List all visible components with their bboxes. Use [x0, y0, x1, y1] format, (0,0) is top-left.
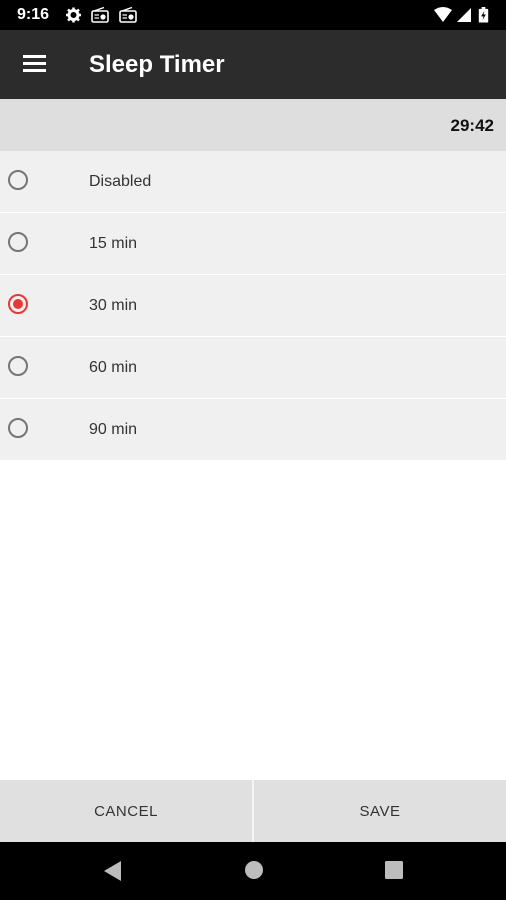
system-nav-bar	[0, 842, 506, 900]
signal-icon	[457, 8, 471, 22]
option-15-min[interactable]: 15 min	[0, 213, 506, 275]
wifi-icon	[434, 7, 452, 22]
timer-remaining: 29:42	[450, 116, 494, 135]
radio-button[interactable]	[8, 170, 28, 190]
radio-icon	[119, 7, 137, 23]
recents-square-icon[interactable]	[384, 860, 404, 880]
cancel-button[interactable]: CANCEL	[0, 780, 252, 842]
option-disabled[interactable]: Disabled	[0, 151, 506, 213]
radio-button-selected[interactable]	[8, 294, 28, 314]
page-title: Sleep Timer	[89, 51, 225, 78]
status-bar: 9:16	[0, 0, 506, 30]
gear-icon	[66, 7, 81, 23]
option-30-min[interactable]: 30 min	[0, 275, 506, 337]
option-90-min[interactable]: 90 min	[0, 399, 506, 461]
timer-options-list: Disabled 15 min 30 min 60 min 90 min	[0, 151, 506, 461]
action-buttons: CANCEL SAVE	[0, 780, 506, 842]
back-triangle-icon[interactable]	[103, 860, 123, 882]
option-label: 30 min	[89, 297, 138, 314]
option-label: 15 min	[89, 235, 138, 252]
app-bar: Sleep Timer	[0, 30, 506, 99]
option-label: 60 min	[89, 359, 138, 376]
timer-remaining-bar: 29:42	[0, 99, 506, 151]
save-button[interactable]: SAVE	[254, 780, 506, 842]
option-label: 90 min	[89, 421, 138, 438]
battery-icon	[478, 7, 489, 23]
home-circle-icon[interactable]	[244, 860, 264, 880]
radio-button[interactable]	[8, 356, 28, 376]
radio-button[interactable]	[8, 232, 28, 252]
radio-icon	[91, 7, 109, 23]
radio-button[interactable]	[8, 418, 28, 438]
option-60-min[interactable]: 60 min	[0, 337, 506, 399]
option-label: Disabled	[89, 173, 152, 190]
status-time: 9:16	[17, 6, 50, 23]
hamburger-menu-icon[interactable]	[23, 55, 47, 75]
